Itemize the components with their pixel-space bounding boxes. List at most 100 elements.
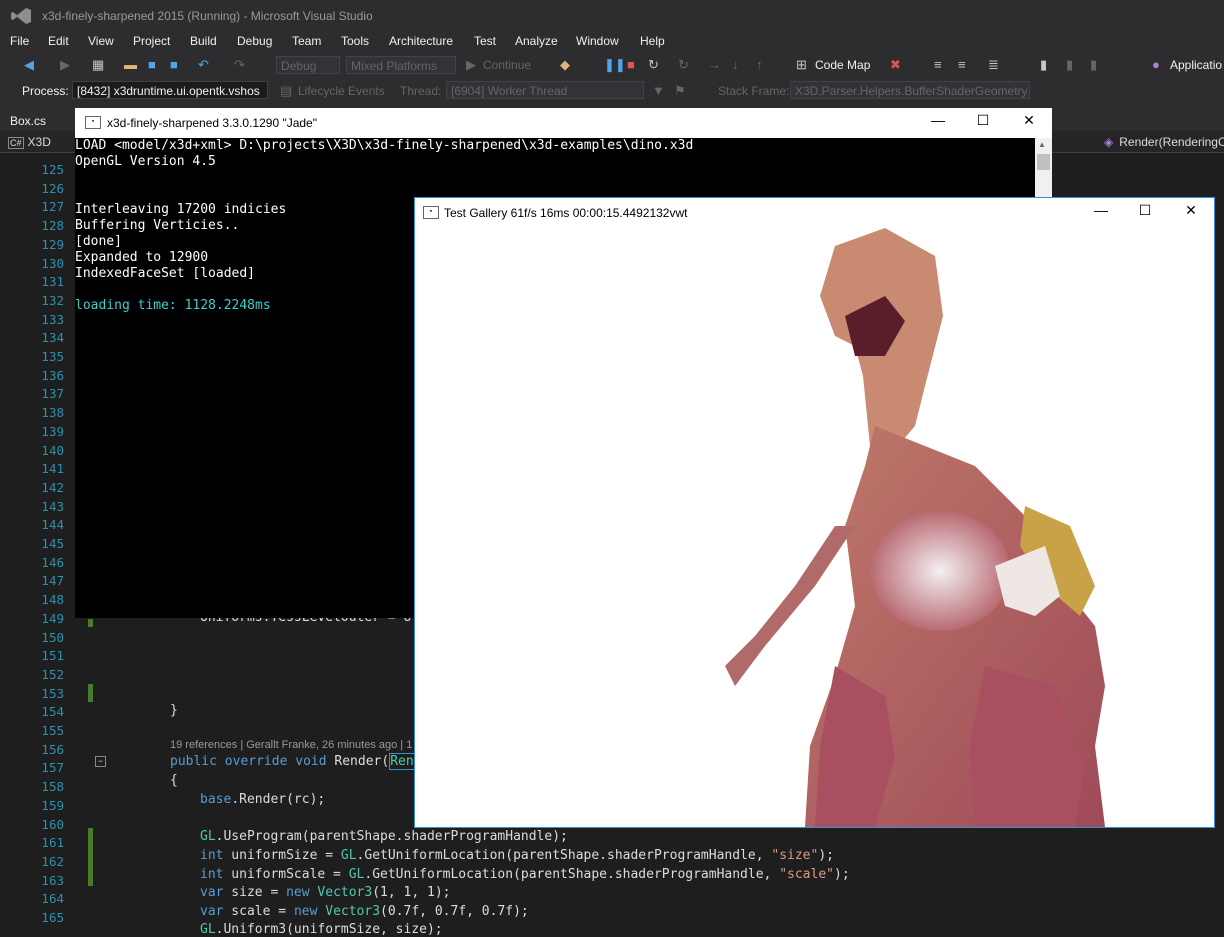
application-insights-button[interactable]: Applicatio	[1170, 56, 1222, 74]
line-number: 154	[41, 704, 64, 720]
process-label: Process:	[22, 84, 69, 98]
outdent-icon[interactable]: ≡	[958, 56, 966, 74]
minimize-icon[interactable]: —	[1091, 202, 1111, 218]
next-bookmark-icon[interactable]: ▮	[1090, 56, 1097, 74]
process-select[interactable]: [8432] x3druntime.ui.opentk.vshos	[72, 81, 268, 99]
line-number: 156	[41, 741, 64, 757]
stack-frame-select[interactable]: X3D.Parser.Helpers.BufferShaderGeometry	[790, 81, 1030, 99]
open-file-icon[interactable]: ▬	[124, 56, 137, 74]
line-number: 131	[41, 274, 64, 290]
line-number: 161	[41, 835, 64, 851]
line-number: 137	[41, 386, 64, 402]
bookmark-icon[interactable]: ▮	[1040, 56, 1047, 74]
line-number: 139	[41, 423, 64, 439]
continue-button[interactable]: Continue	[483, 56, 531, 74]
filter-icon[interactable]: ▼	[652, 82, 665, 100]
code-map-icon[interactable]: ⊞	[796, 56, 807, 74]
application-insights-icon[interactable]: ●	[1152, 56, 1160, 74]
comment-icon[interactable]: ≣	[988, 56, 999, 74]
restart-icon[interactable]: ↻	[648, 56, 659, 74]
menu-bar: File Edit View Project Build Debug Team …	[0, 32, 1224, 52]
flag-icon[interactable]: ⚑	[674, 82, 686, 100]
save-icon[interactable]: ■	[148, 56, 156, 74]
menu-analyze[interactable]: Analyze	[515, 32, 558, 50]
menu-edit[interactable]: Edit	[48, 32, 69, 50]
change-marker	[88, 619, 93, 627]
tab-box-cs[interactable]: Box.cs	[0, 112, 62, 131]
forward-icon[interactable]: ▶	[60, 56, 70, 74]
console-title-bar[interactable]: ▪ x3d-finely-sharpened 3.3.0.1290 "Jade"…	[75, 108, 1052, 138]
undo-icon[interactable]: ↶	[198, 56, 209, 74]
lifecycle-events-select[interactable]: Lifecycle Events	[298, 82, 385, 100]
line-number: 145	[41, 536, 64, 551]
collapse-icon[interactable]: −	[95, 756, 106, 767]
new-project-icon[interactable]: ▦	[92, 56, 104, 74]
minimize-icon[interactable]: —	[928, 112, 948, 128]
menu-debug[interactable]: Debug	[237, 32, 272, 50]
maximize-icon[interactable]: ☐	[1135, 202, 1155, 219]
code-line-161: int uniformSize = GL.GetUniformLocation(…	[200, 848, 834, 863]
line-number: 152	[41, 666, 64, 682]
continue-icon[interactable]: ▶	[466, 56, 476, 74]
menu-view[interactable]: View	[88, 32, 114, 50]
line-number: 159	[41, 797, 64, 813]
dinosaur-render-viewport[interactable]	[415, 226, 1214, 827]
line-number: 140	[41, 442, 64, 458]
step-into-icon[interactable]: ↓	[732, 56, 739, 74]
stop-icon[interactable]: ■	[627, 56, 635, 74]
line-number: 153	[41, 685, 64, 701]
back-icon[interactable]: ◀	[24, 56, 34, 74]
line-number: 147	[41, 573, 64, 589]
codelens-references[interactable]: 19 references | Gerallt Franke, 26 minut…	[170, 739, 412, 751]
maximize-icon[interactable]: ☐	[973, 112, 993, 129]
method-icon: ◈	[1104, 135, 1114, 149]
lifecycle-icon: ▤	[280, 83, 293, 98]
step-over-icon[interactable]: →	[708, 56, 721, 74]
indent-icon[interactable]: ≡	[934, 56, 942, 74]
menu-architecture[interactable]: Architecture	[389, 32, 453, 50]
line-number: 149	[41, 610, 64, 626]
save-all-icon[interactable]: ■	[170, 56, 178, 74]
method-name: Render(RenderingC	[1119, 135, 1224, 149]
breakpoint-icon[interactable]: ✖	[890, 56, 901, 74]
close-icon[interactable]: ✕	[1019, 112, 1039, 129]
close-icon[interactable]: ✕	[1181, 202, 1201, 219]
method-dropdown[interactable]: ◈ Render(RenderingC	[1104, 134, 1224, 150]
scroll-up-icon[interactable]: ▲	[1038, 140, 1046, 149]
menu-window[interactable]: Window	[576, 32, 619, 50]
code-line-160: GL.UseProgram(parentShape.shaderProgramH…	[200, 829, 568, 844]
menu-file[interactable]: File	[10, 32, 29, 50]
menu-team[interactable]: Team	[292, 32, 321, 50]
menu-help[interactable]: Help	[640, 32, 665, 50]
code-line-162: int uniformScale = GL.GetUniformLocation…	[200, 867, 850, 882]
step-out-icon[interactable]: ↑	[756, 56, 763, 74]
line-number: 141	[41, 461, 64, 477]
test-gallery-window[interactable]: ▪ Test Gallery 61f/s 16ms 00:00:15.44921…	[414, 197, 1215, 828]
thread-select[interactable]: [6904] Worker Thread	[446, 81, 644, 99]
code-map-button[interactable]: Code Map	[815, 56, 870, 74]
attach-icon[interactable]: ◆	[560, 56, 570, 74]
project-dropdown[interactable]: C# X3D	[8, 134, 51, 151]
menu-project[interactable]: Project	[133, 32, 170, 50]
stack-frame-label: Stack Frame:	[718, 84, 790, 98]
console-line: IndexedFaceSet [loaded]	[75, 266, 256, 281]
console-title: x3d-finely-sharpened 3.3.0.1290 "Jade"	[107, 116, 317, 130]
solution-config-select[interactable]: Debug	[276, 56, 340, 74]
console-line: Interleaving 17200 indicies	[75, 202, 287, 217]
redo-icon[interactable]: ↷	[234, 56, 245, 74]
solution-platform-select[interactable]: Mixed Platforms	[346, 56, 456, 74]
pause-icon[interactable]: ❚❚	[604, 56, 626, 74]
menu-test[interactable]: Test	[474, 32, 496, 50]
code-line-163: var size = new Vector3(1, 1, 1);	[200, 885, 451, 900]
change-marker	[88, 684, 93, 702]
console-line: LOAD <model/x3d+xml> D:\projects\X3D\x3d…	[75, 138, 694, 153]
tab-label: Box.cs	[10, 114, 47, 128]
menu-build[interactable]: Build	[190, 32, 217, 50]
gallery-title-bar[interactable]: ▪ Test Gallery 61f/s 16ms 00:00:15.44921…	[415, 198, 1214, 226]
window-title: x3d-finely-sharpened 2015 (Running) - Mi…	[42, 9, 373, 23]
refresh-icon[interactable]: ↻	[678, 56, 689, 74]
menu-tools[interactable]: Tools	[341, 32, 369, 50]
line-number: 164	[41, 891, 64, 907]
scroll-thumb[interactable]	[1037, 154, 1050, 170]
prev-bookmark-icon[interactable]: ▮	[1066, 56, 1073, 74]
